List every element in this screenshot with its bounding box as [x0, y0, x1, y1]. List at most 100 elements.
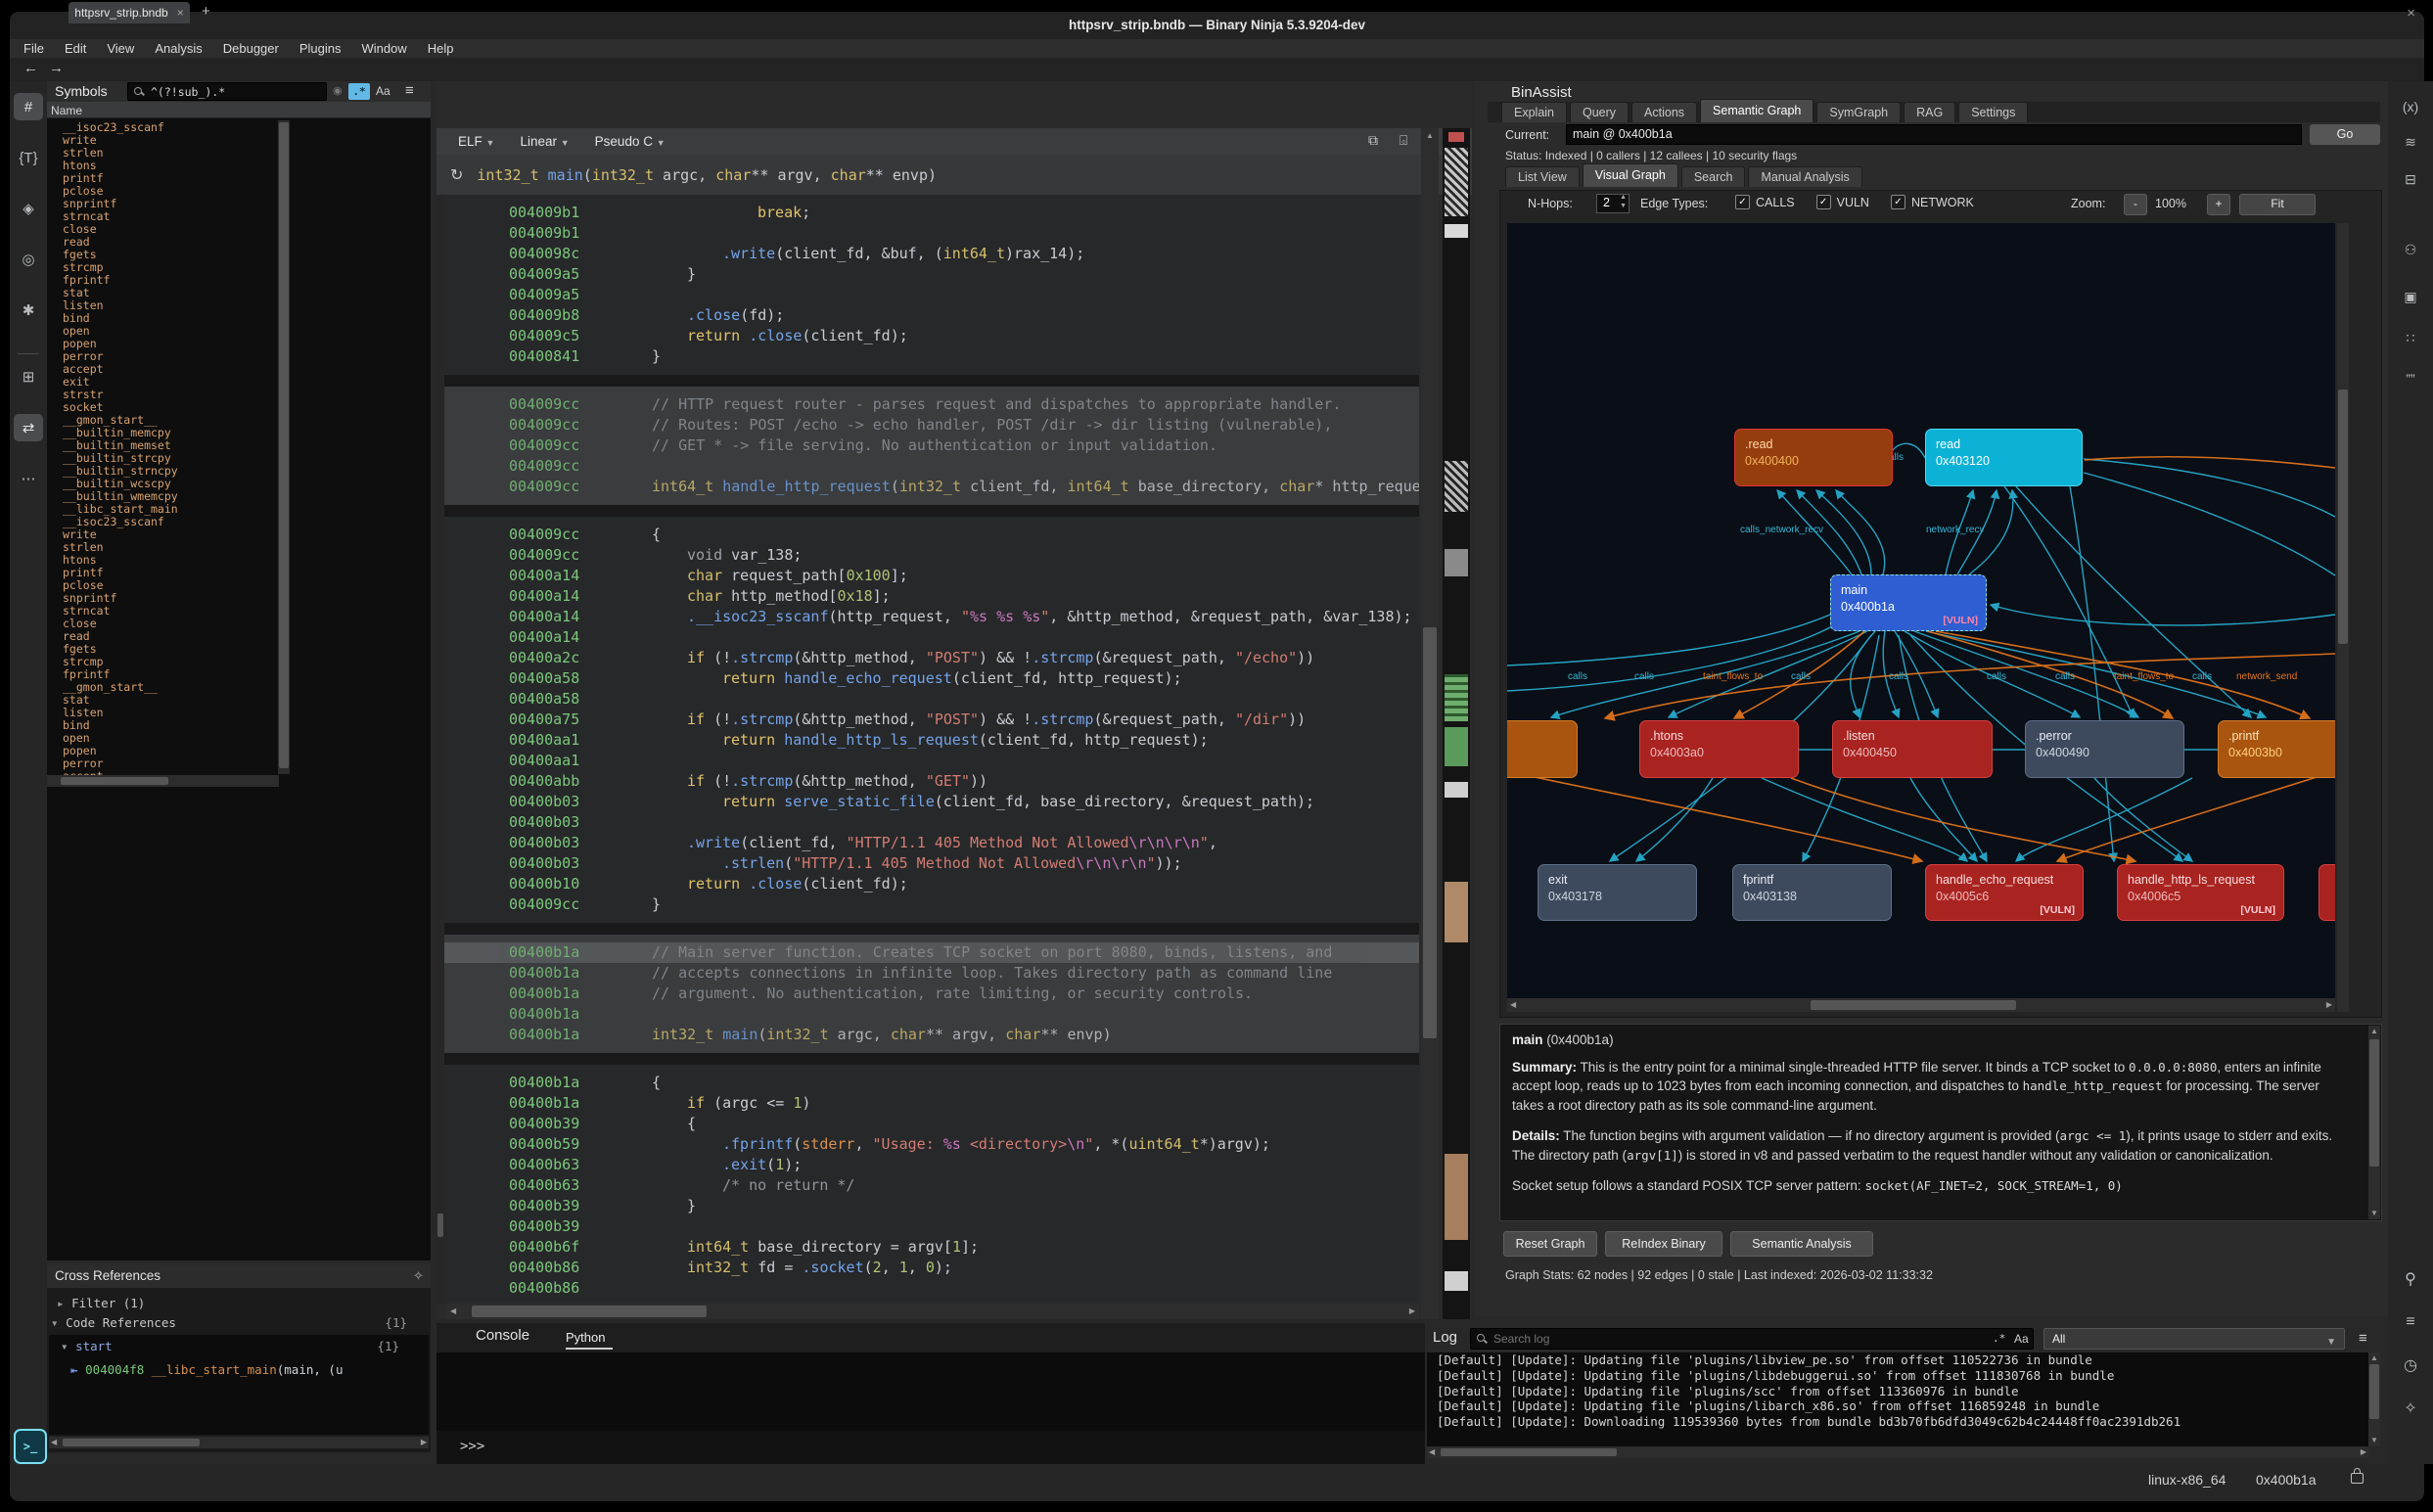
xref-group-row[interactable]: ▾ Code References{1} [51, 1315, 423, 1330]
code-line[interactable]: 00400b63/* no return */ [436, 1175, 1419, 1196]
lock-icon[interactable] [2351, 1473, 2364, 1484]
log-vscrollbar[interactable]: ▲ ▼ [2368, 1352, 2380, 1446]
semantic-graph-viewport[interactable]: callscalls_network_recvnetwork_recvcalls… [1507, 223, 2335, 998]
graph-icon[interactable]: ⊞ [14, 363, 43, 390]
semantic-analysis-button[interactable]: Semantic Analysis [1730, 1231, 1873, 1257]
code-line[interactable]: 00400aa1return handle_http_ls_request(cl… [436, 730, 1419, 751]
code-line[interactable]: 00400b03return serve_static_file(client_… [436, 792, 1419, 812]
menu-analysis[interactable]: Analysis [155, 41, 202, 56]
layers-icon[interactable]: ≋ [2396, 128, 2425, 156]
current-function-input[interactable] [1567, 126, 2279, 142]
nhops-spinner[interactable]: 2 ▲ ▼ [1596, 194, 1630, 213]
edge-type-network[interactable]: ✓NETWORK [1891, 195, 1974, 209]
symbol-item[interactable]: listen [63, 707, 278, 719]
graph-node-main[interactable]: main0x400b1a[VULN] [1830, 574, 1987, 631]
xref-filter-row[interactable]: ▸ Filter (1) [57, 1296, 145, 1310]
code-left-splitter[interactable] [436, 195, 444, 1304]
code-line[interactable]: 00400b1aif (argc <= 1) [436, 1093, 1419, 1114]
tab-explain[interactable]: Explain [1501, 102, 1567, 122]
regex-toggle-icon[interactable]: .* [348, 83, 370, 100]
log-regex-icon[interactable]: .* [1993, 1332, 2005, 1345]
console-output[interactable] [436, 1352, 1425, 1431]
forward-icon[interactable]: → [49, 60, 64, 76]
link-icon[interactable]: ⧉ [1368, 132, 1378, 149]
code-line[interactable]: 004009a5} [436, 264, 1419, 285]
code-line[interactable]: 004009a5 [436, 285, 1419, 305]
graph-node-printf[interactable]: .printf0x4003b0 [2218, 720, 2335, 778]
console-input-row[interactable] [436, 1431, 1425, 1464]
code-listing[interactable]: 004009b1break;004009b10040098c.write(cli… [436, 195, 1419, 1304]
code-line[interactable]: 004009cc// HTTP request router - parses … [436, 394, 1419, 415]
pin-icon[interactable]: ✧ [413, 1268, 424, 1284]
summary-vscrollbar[interactable]: ▲ ▼ [2368, 1026, 2380, 1219]
symbols-search-input[interactable] [149, 84, 309, 100]
robot-icon[interactable]: ⚇ [2396, 236, 2425, 263]
tab-symgraph[interactable]: SymGraph [1816, 102, 1901, 122]
menu-help[interactable]: Help [428, 41, 454, 56]
history-icon[interactable]: ◷ [2396, 1352, 2425, 1379]
menu-file[interactable]: File [23, 41, 44, 56]
code-line[interactable]: 00400aa1 [436, 751, 1419, 771]
code-line[interactable]: 00400b03 [436, 812, 1419, 833]
go-button[interactable]: Go [2310, 124, 2380, 145]
tab-close-icon[interactable]: × [177, 6, 184, 20]
code-line[interactable]: 004009b8.close(fd); [436, 305, 1419, 326]
code-line[interactable]: 00400a2cif (!.strcmp(&http_method, "POST… [436, 648, 1419, 668]
code-line[interactable]: 0040098c.write(client_fd, &buf, (int64_t… [436, 244, 1419, 264]
case-toggle-icon[interactable]: Aa [376, 84, 390, 98]
code-line[interactable]: 004009b1break; [436, 203, 1419, 223]
graph-node-htons[interactable]: .htons0x4003a0 [1639, 720, 1799, 778]
document-tab[interactable]: httpsrv_strip.bndb × [69, 2, 190, 23]
code-line[interactable]: 00400b39{ [436, 1114, 1419, 1134]
format-dropdown[interactable]: ELF ▼ [458, 134, 494, 149]
symbol-item[interactable]: bind [63, 312, 278, 325]
graph-node[interactable] [1507, 720, 1578, 778]
lines-icon[interactable]: ≡ [2396, 1308, 2425, 1336]
printer-icon[interactable]: ⊟ [2396, 165, 2425, 193]
checkbox-checked-icon[interactable]: ✓ [1816, 195, 1831, 209]
tab-settings[interactable]: Settings [1958, 102, 2028, 122]
language-dropdown[interactable]: Pseudo C ▼ [595, 134, 666, 149]
back-icon[interactable]: ← [23, 60, 38, 76]
symbol-item[interactable]: __gmon_start__ [63, 681, 278, 694]
menu-plugins[interactable]: Plugins [299, 41, 342, 56]
terminal-icon[interactable]: >_ [14, 1429, 47, 1464]
code-line[interactable]: 00400a14.__isoc23_sscanf(http_request, "… [436, 607, 1419, 627]
menu-window[interactable]: Window [361, 41, 406, 56]
address-minimap[interactable] [1443, 128, 1470, 1319]
types-icon[interactable]: {T} [14, 144, 43, 171]
graph-vscrollbar[interactable] [2337, 223, 2349, 1012]
layout-dropdown[interactable]: Linear ▼ [520, 134, 569, 149]
log-filter-dropdown[interactable]: All ▼ [2043, 1328, 2345, 1350]
code-line[interactable]: 004009ccvoid var_138; [436, 545, 1419, 566]
code-line[interactable]: 00400b1a{ [436, 1073, 1419, 1093]
subtab-list-view[interactable]: List View [1505, 166, 1580, 187]
log-menu-icon[interactable]: ≡ [2359, 1330, 2367, 1347]
code-hscrollbar[interactable]: ◀ ▶ [446, 1304, 1419, 1319]
symbol-item[interactable]: fprintf [63, 274, 278, 287]
symbol-item[interactable]: listen [63, 299, 278, 312]
new-tab-icon[interactable]: + [202, 3, 210, 20]
book-icon[interactable]: ⌺ [1400, 132, 1407, 149]
subtab-manual-analysis[interactable]: Manual Analysis [1748, 166, 1861, 187]
menu-edit[interactable]: Edit [65, 41, 86, 56]
xref-hscrollbar[interactable]: ◀ ▶ [49, 1437, 429, 1448]
tab-python[interactable]: Python [566, 1330, 605, 1345]
symbols-column-header[interactable]: Name [47, 102, 431, 118]
edge-type-calls[interactable]: ✓CALLS [1735, 195, 1795, 209]
symbol-item[interactable]: bind [63, 719, 278, 732]
tab-semantic-graph[interactable]: Semantic Graph [1700, 99, 1813, 122]
code-line[interactable]: 004009cc// Routes: POST /echo -> echo ha… [436, 415, 1419, 435]
code-line[interactable]: 00400abbif (!.strcmp(&http_method, "GET"… [436, 771, 1419, 792]
code-line[interactable]: 00400b39 [436, 1216, 1419, 1237]
code-line[interactable]: 00400b03.write(client_fd, "HTTP/1.1 405 … [436, 833, 1419, 853]
code-line[interactable]: 004009cc{ [436, 525, 1419, 545]
graph-node-handle_http_ls_request[interactable]: handle_http_ls_request0x4006c5[VULN] [2117, 864, 2284, 921]
robot-box-icon[interactable]: ▣ [2396, 283, 2425, 310]
symbol-item[interactable]: accept [63, 363, 278, 376]
code-line[interactable]: 00400b1aint32_t main(int32_t argc, char*… [436, 1025, 1419, 1045]
code-line[interactable]: 00400a14char request_path[0x100]; [436, 566, 1419, 586]
zoom-out-button[interactable]: - [2124, 194, 2147, 215]
code-line[interactable]: 004009b1 [436, 223, 1419, 244]
log-search[interactable] [1470, 1328, 2034, 1350]
